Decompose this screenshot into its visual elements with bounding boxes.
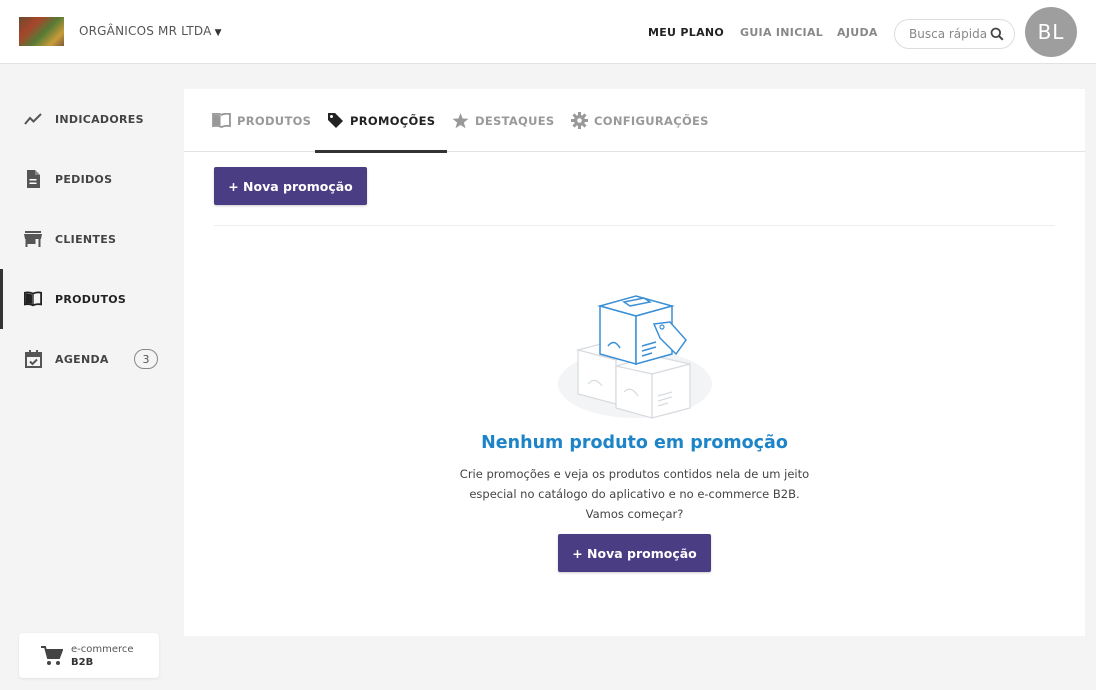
- new-promotion-button[interactable]: + Nova promoção: [214, 167, 367, 205]
- sidebar-item-label: INDICADORES: [55, 112, 144, 126]
- empty-desc-line: especial no catálogo do aplicativo e no …: [469, 487, 800, 501]
- tab-bar: PRODUTOS PROMOÇÕES DESTAQUES CONFIGURAÇÕ…: [184, 89, 1085, 153]
- nav-guia-inicial[interactable]: GUIA INICIAL: [740, 26, 823, 39]
- sidebar-item-pedidos[interactable]: PEDIDOS: [0, 149, 170, 209]
- calendar-check-icon: [24, 350, 42, 368]
- divider: [214, 225, 1055, 226]
- sidebar: INDICADORES PEDIDOS CLIENTES PRODUTOS AG…: [0, 89, 170, 389]
- tab-configuracoes[interactable]: CONFIGURAÇÕES: [571, 89, 709, 152]
- tab-label: CONFIGURAÇÕES: [594, 113, 709, 128]
- sidebar-item-label: CLIENTES: [55, 232, 117, 246]
- ecommerce-label: e-commerce: [71, 643, 134, 655]
- sidebar-item-label: PRODUTOS: [55, 292, 127, 306]
- search-input[interactable]: [909, 27, 991, 41]
- tab-produtos[interactable]: PRODUTOS: [212, 89, 311, 152]
- empty-promotions-illustration: [558, 295, 712, 419]
- nav-meu-plano[interactable]: MEU PLANO: [648, 26, 724, 39]
- sidebar-item-agenda[interactable]: AGENDA 3: [0, 329, 170, 389]
- company-name: ORGÂNICOS MR LTDA: [79, 24, 212, 38]
- sidebar-item-label: PEDIDOS: [55, 172, 113, 186]
- tab-destaques[interactable]: DESTAQUES: [452, 89, 555, 152]
- book-icon: [24, 290, 42, 308]
- document-icon: [24, 170, 42, 188]
- nav-ajuda[interactable]: AJUDA: [837, 26, 878, 39]
- sidebar-item-clientes[interactable]: CLIENTES: [0, 209, 170, 269]
- sidebar-item-produtos[interactable]: PRODUTOS: [0, 269, 170, 329]
- book-icon: [212, 113, 231, 128]
- main-panel: PRODUTOS PROMOÇÕES DESTAQUES CONFIGURAÇÕ…: [184, 89, 1085, 636]
- tab-label: DESTAQUES: [475, 113, 555, 128]
- sidebar-item-indicadores[interactable]: INDICADORES: [0, 89, 170, 149]
- company-logo[interactable]: [19, 17, 64, 46]
- tag-icon: [328, 113, 343, 128]
- user-avatar[interactable]: BL: [1025, 7, 1077, 57]
- empty-desc-line: Crie promoções e veja os produtos contid…: [459, 467, 810, 481]
- empty-state-title: Nenhum produto em promoção: [481, 433, 788, 453]
- agenda-count-badge: 3: [134, 349, 158, 369]
- top-bar: ORGÂNICOS MR LTDA ▼ MEU PLANO GUIA INICIA…: [0, 0, 1096, 64]
- tab-label: PROMOÇÕES: [350, 113, 436, 128]
- company-selector[interactable]: ORGÂNICOS MR LTDA ▼: [79, 24, 222, 38]
- ecommerce-type: B2B: [71, 656, 94, 668]
- empty-desc-line: Vamos começar?: [585, 507, 684, 521]
- tab-promocoes[interactable]: PROMOÇÕES: [314, 89, 448, 153]
- tab-label: PRODUTOS: [237, 113, 312, 128]
- chart-line-icon: [24, 110, 42, 128]
- gear-icon: [571, 112, 588, 129]
- sidebar-item-label: AGENDA: [55, 352, 109, 366]
- star-icon: [452, 112, 469, 128]
- cart-icon: [41, 645, 63, 665]
- store-icon: [24, 230, 42, 248]
- caret-down-icon: ▼: [214, 28, 222, 38]
- empty-state-description: Crie promoções e veja os produtos contid…: [454, 464, 815, 524]
- search-icon[interactable]: [990, 27, 1004, 41]
- search-box[interactable]: [894, 19, 1015, 49]
- cta-new-promotion-button[interactable]: + Nova promoção: [558, 534, 711, 572]
- ecommerce-b2b-button[interactable]: e-commerce B2B: [19, 633, 159, 678]
